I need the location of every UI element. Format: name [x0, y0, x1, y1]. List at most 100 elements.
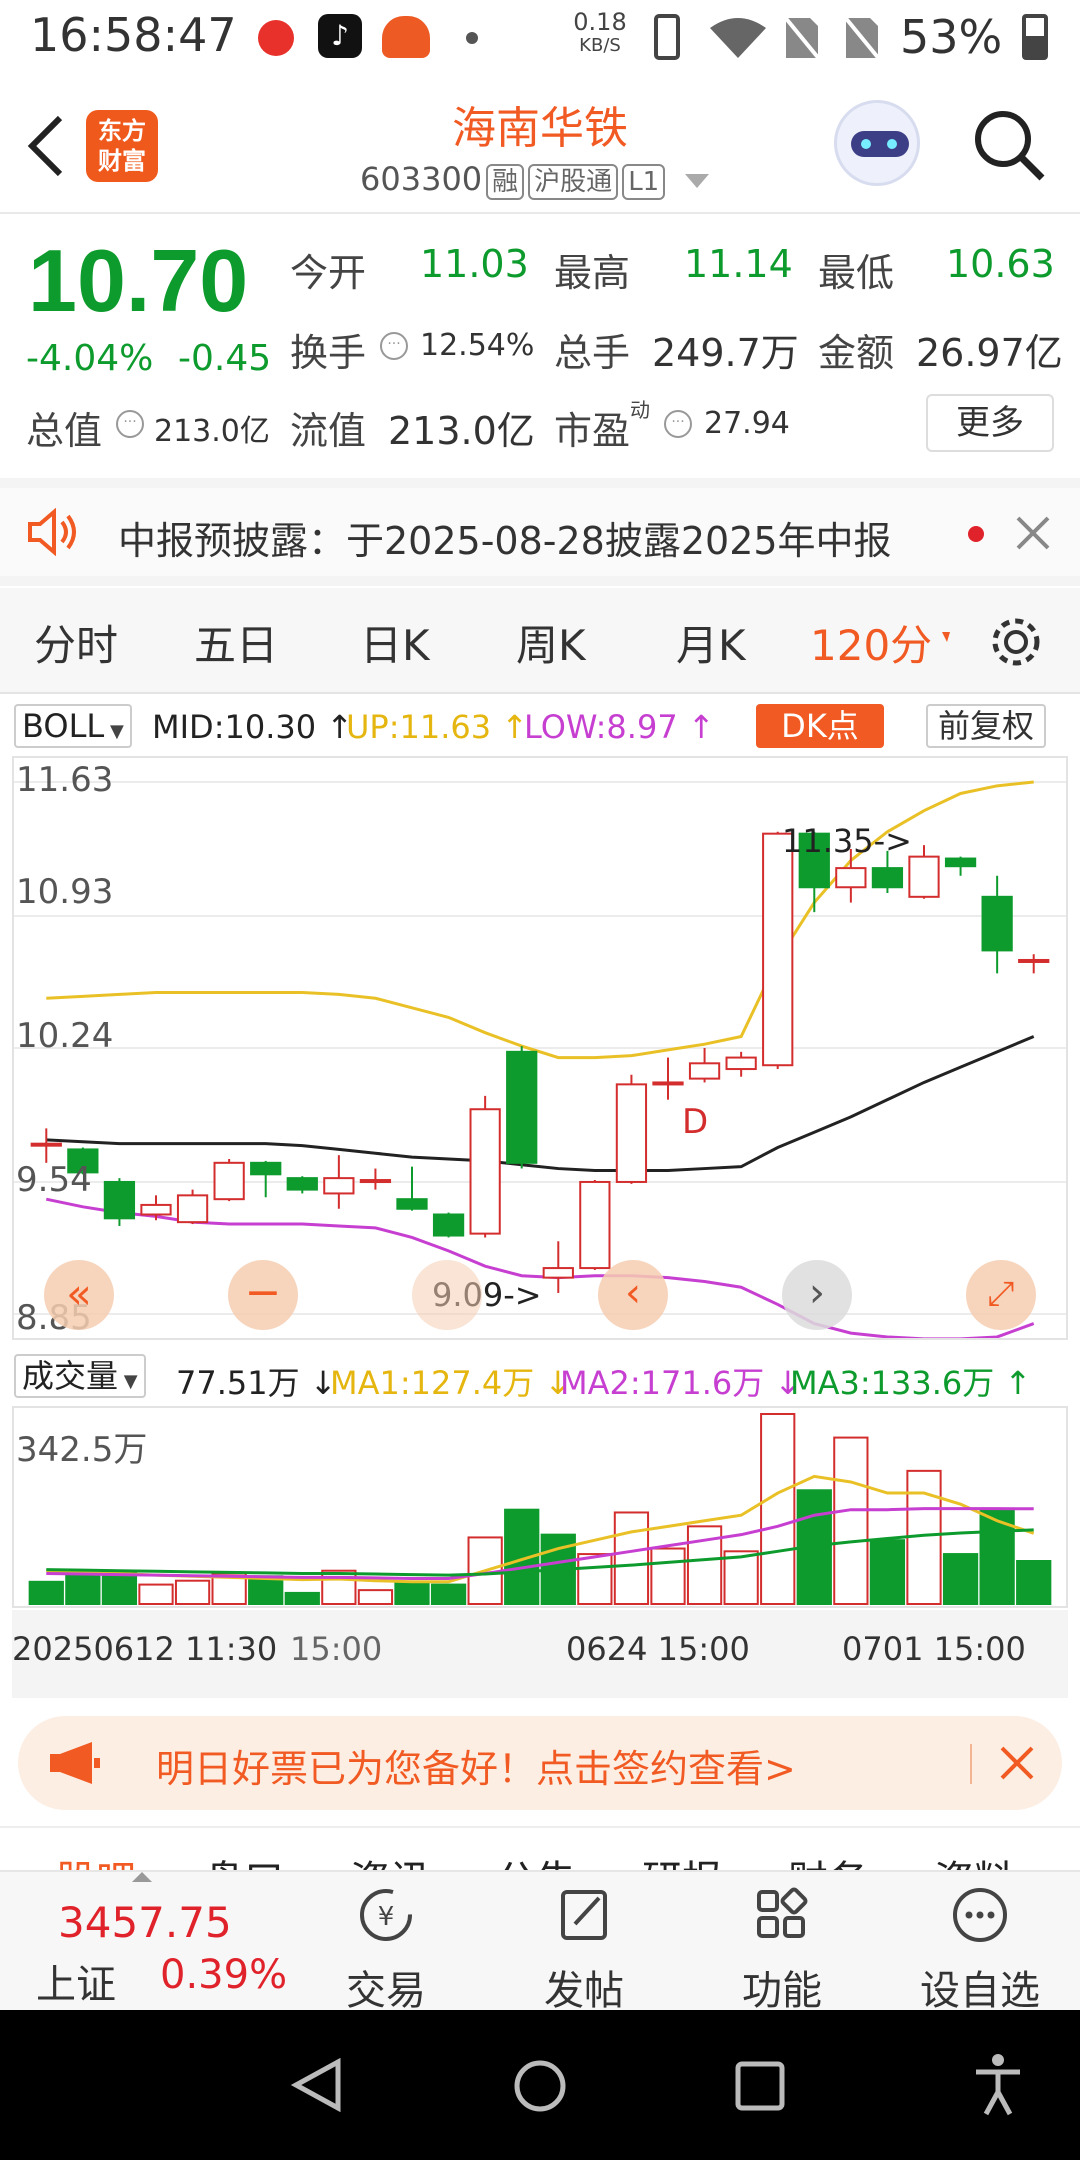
volume-max-label: 342.5万	[16, 1430, 148, 1470]
back-triangle-icon[interactable]	[290, 2058, 344, 2112]
candle-body	[176, 1194, 209, 1224]
robot-assistant-icon[interactable]	[834, 100, 920, 186]
adjust-button[interactable]: 前复权	[926, 704, 1047, 748]
low-label: 最低	[818, 251, 895, 295]
indicator-select[interactable]: BOLL ▼	[14, 704, 132, 748]
candle-body	[579, 1180, 611, 1270]
volume-bar	[321, 1569, 357, 1606]
tiktok-icon: ♪	[318, 14, 362, 58]
candle-body	[1018, 958, 1050, 963]
more-info-icon[interactable]: ···	[116, 410, 144, 438]
nav-post[interactable]: 发帖	[514, 1882, 654, 2016]
more-info-icon[interactable]: ···	[380, 332, 408, 360]
close-icon[interactable]	[1014, 514, 1052, 552]
boll-mid-value: MID:10.30	[152, 708, 317, 746]
volume-bar	[174, 1579, 211, 1605]
search-icon[interactable]	[972, 108, 1046, 182]
sub-tab-research[interactable]: 研报	[642, 1848, 722, 1870]
total-cap-value: 213.0亿	[154, 414, 270, 449]
index-value: 3457.75	[58, 1898, 232, 1947]
float-cap-label: 流值	[290, 409, 367, 453]
wifi-icon	[710, 18, 766, 58]
stock-meta[interactable]: 603300 融沪股通 L1	[360, 160, 710, 200]
candle-body	[286, 1177, 318, 1191]
nav-add-watchlist[interactable]: 设自选	[910, 1882, 1050, 2016]
net-speed-value: 0.18	[573, 8, 627, 36]
volume-chart[interactable]: 342.5万	[12, 1406, 1068, 1608]
sub-tab-guba[interactable]: 股吧	[56, 1848, 136, 1870]
boll-mid-line	[46, 1035, 1035, 1172]
high-label: 最高	[554, 251, 631, 295]
tab-five-day[interactable]: 五日	[194, 612, 278, 673]
home-circle-icon[interactable]	[512, 2058, 568, 2114]
kline-chart[interactable]: 11.63 10.93 10.24 9.54 8.85 11.35-> 9.09…	[12, 756, 1068, 1341]
candle	[359, 1168, 392, 1190]
pe-label: 市盈	[554, 409, 631, 453]
volume-bar	[394, 1580, 430, 1606]
tab-monthly-k[interactable]: 月K	[676, 612, 746, 673]
candle-body	[469, 1108, 501, 1235]
stock-code: 603300	[360, 160, 483, 198]
sub-tab-news[interactable]: 资讯	[350, 1848, 430, 1870]
nav-functions[interactable]: 功能	[712, 1882, 852, 2016]
more-circle-icon	[953, 1888, 1007, 1942]
zoom-in-button[interactable]	[412, 1260, 482, 1330]
volume-bar	[28, 1580, 64, 1606]
vol-current: 77.51万 ↓	[176, 1364, 337, 1402]
nav-trade-label: 交易	[346, 1968, 426, 2014]
volume-bar	[357, 1589, 394, 1606]
fullscreen-button[interactable]: ⤢	[966, 1260, 1036, 1330]
sub-tab-finance[interactable]: 财务	[788, 1848, 868, 1870]
battery-percent: 53%	[900, 10, 1003, 64]
volume-bar	[613, 1511, 650, 1605]
accessibility-icon[interactable]	[970, 2052, 1026, 2118]
pe-superscript: 动	[630, 398, 650, 422]
zoom-out-button[interactable]: −	[228, 1260, 298, 1330]
nav-trade[interactable]: ¥ 交易	[316, 1882, 456, 2016]
boll-indicator-bar: BOLL ▼ MID:10.30 ↑ UP:11.63 ↑ LOW:8.97 ↑…	[0, 700, 1080, 750]
promo-text: 明日好票已为您备好！点击签约查看>	[156, 1747, 796, 1791]
candle-body	[871, 867, 904, 889]
tab-weekly-k[interactable]: 周K	[516, 612, 586, 673]
volume-select[interactable]: 成交量 ▼	[14, 1354, 146, 1398]
change-percent: -4.04%	[26, 338, 154, 379]
tab-intraday[interactable]: 分时	[34, 612, 118, 673]
candle-body	[506, 1050, 538, 1164]
dk-point-button[interactable]: DK点	[756, 704, 884, 748]
candle-body	[30, 1142, 62, 1147]
high-value: 11.14	[684, 242, 793, 286]
candle	[286, 1176, 318, 1194]
tab-daily-k[interactable]: 日K	[360, 612, 430, 673]
more-info-icon[interactable]: ···	[664, 410, 692, 438]
max-price-annotation: 11.35->	[782, 822, 912, 860]
vol-current-value: 77.51万	[176, 1364, 300, 1402]
boll-low-value: LOW:8.97	[524, 708, 678, 746]
level-tag: L1	[622, 164, 666, 200]
candle	[688, 1048, 721, 1083]
rewind-button[interactable]: «	[44, 1260, 114, 1330]
more-button[interactable]: 更多	[926, 394, 1054, 452]
tab-120-min[interactable]: 120分	[810, 612, 932, 673]
volume-bar	[284, 1591, 320, 1605]
net-speed: 0.18 KB/S	[570, 10, 630, 58]
candle	[506, 1046, 538, 1169]
recents-square-icon[interactable]	[734, 2060, 786, 2112]
index-ticker[interactable]: 3457.75 上证 0.39%	[30, 1872, 300, 2012]
video-app-icon	[258, 20, 294, 56]
prev-button[interactable]: ‹	[598, 1260, 668, 1330]
sub-tab-announcements[interactable]: 公告	[496, 1848, 576, 1870]
sub-tab-profile[interactable]: 资料	[934, 1848, 1014, 1870]
candle	[432, 1212, 465, 1238]
promo-banner[interactable]: 明日好票已为您备好！点击签约查看>	[18, 1716, 1062, 1810]
close-icon[interactable]	[998, 1744, 1036, 1782]
d-signal-marker: D	[682, 1102, 709, 1142]
gear-icon[interactable]	[988, 614, 1044, 670]
vol-ma2: MA2:171.6万 ↓	[560, 1364, 802, 1402]
notice-banner[interactable]: 中报预披露：于2025-08-28披露2025年中报	[0, 478, 1080, 586]
more-notifications-dot	[466, 32, 478, 44]
candle	[30, 1128, 62, 1163]
candle	[615, 1074, 648, 1184]
sub-tab-pankou[interactable]: 盘口	[204, 1848, 284, 1870]
amount-value: 26.97亿	[916, 331, 1063, 375]
next-button[interactable]: ›	[782, 1260, 852, 1330]
